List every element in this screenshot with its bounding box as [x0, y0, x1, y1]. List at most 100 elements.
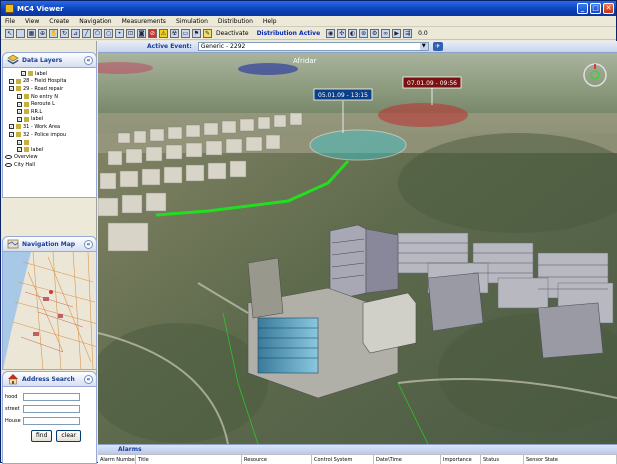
- street-input[interactable]: [23, 404, 80, 413]
- address-search-form: hood street House find clear: [2, 387, 97, 464]
- collapse-icon[interactable]: «: [84, 240, 93, 249]
- collapse-icon[interactable]: «: [84, 375, 93, 384]
- menu-view[interactable]: View: [25, 18, 39, 25]
- layer-item[interactable]: City Hall: [5, 161, 94, 169]
- hazard-icon[interactable]: ☢: [170, 28, 179, 38]
- view-eye-icon[interactable]: ◉: [326, 28, 336, 38]
- address-search-header[interactable]: Address Search «: [2, 371, 97, 387]
- compass-icon[interactable]: ✣: [337, 28, 347, 38]
- zone-ellipse[interactable]: [238, 63, 298, 75]
- layer-item[interactable]: ✓ label: [5, 146, 94, 154]
- measure-tool-icon[interactable]: ⊿: [71, 28, 80, 38]
- tilt-icon[interactable]: ◐: [348, 28, 358, 38]
- eye-icon[interactable]: [5, 155, 12, 160]
- layer-checkbox[interactable]: ✓: [17, 116, 22, 122]
- play-icon[interactable]: ▶: [392, 28, 402, 38]
- layer-checkbox[interactable]: ✓: [9, 86, 14, 92]
- deactivate-button[interactable]: Deactivate: [216, 30, 249, 37]
- polygon-tool-icon[interactable]: ⬠: [93, 28, 102, 38]
- data-layers-panel: Data Layers « ✓ label ✓ 28 - Field Hospita ✓…: [2, 52, 97, 232]
- flag-icon[interactable]: ⚑: [192, 28, 201, 38]
- hood-input[interactable]: [23, 392, 80, 401]
- layer-checkbox[interactable]: ✓: [17, 101, 22, 107]
- collapse-icon[interactable]: «: [84, 56, 93, 65]
- chevron-down-icon[interactable]: ▼: [419, 43, 428, 50]
- active-event-select[interactable]: Generic - 2292 ▼: [197, 42, 429, 51]
- menu-measurements[interactable]: Measurements: [122, 18, 166, 25]
- minimize-button[interactable]: _: [577, 3, 588, 14]
- layer-tool-icon[interactable]: [16, 28, 25, 38]
- fly-to-event-button[interactable]: ✈: [432, 42, 443, 51]
- menu-help[interactable]: Help: [263, 18, 277, 25]
- navigation-map-header[interactable]: Navigation Map «: [2, 236, 97, 252]
- layer-checkbox[interactable]: ✓: [9, 124, 14, 130]
- layer-item[interactable]: ✓ 31 - Work Area: [5, 123, 94, 131]
- 3d-map-scene[interactable]: Afridar 05.01.09 - 13:15 07.01.09 - 09:5…: [98, 53, 617, 444]
- pan-tool-icon[interactable]: ✋: [49, 28, 58, 38]
- layer-checkbox[interactable]: ✓: [17, 109, 22, 115]
- camera-icon[interactable]: ◙: [137, 28, 146, 38]
- menu-file[interactable]: File: [5, 18, 15, 25]
- binoculars-icon[interactable]: ∞: [381, 28, 391, 38]
- close-button[interactable]: ✕: [603, 3, 614, 14]
- clear-button[interactable]: clear: [56, 430, 82, 442]
- house-input[interactable]: [23, 416, 80, 425]
- maximize-button[interactable]: □: [590, 3, 601, 14]
- layer-type-icon: [28, 71, 33, 77]
- layer-checkbox[interactable]: ✓: [21, 71, 26, 77]
- menu-navigation[interactable]: Navigation: [79, 18, 111, 25]
- circle-tool-icon[interactable]: ○: [104, 28, 113, 38]
- layer-item[interactable]: ✓ No entry N: [5, 93, 94, 101]
- menu-create[interactable]: Create: [49, 18, 69, 25]
- layer-checkbox[interactable]: ✓: [17, 147, 22, 153]
- cyan-zone[interactable]: [309, 129, 407, 161]
- menu-simulation[interactable]: Simulation: [176, 18, 208, 25]
- globe-icon[interactable]: ⊛: [359, 28, 369, 38]
- draw-line-icon[interactable]: ╱: [82, 28, 91, 38]
- warning-icon[interactable]: ⚠: [159, 28, 168, 38]
- navigation-map-graphic[interactable]: [3, 252, 97, 370]
- layer-item[interactable]: ✓ label: [5, 116, 94, 124]
- layer-checkbox[interactable]: ✓: [9, 132, 14, 138]
- point-tool-icon[interactable]: •: [115, 28, 124, 38]
- pencil-icon[interactable]: ✎: [203, 28, 212, 38]
- layer-checkbox[interactable]: ✓: [9, 78, 14, 84]
- find-button[interactable]: find: [31, 430, 53, 442]
- timestamp-1: 05.01.09 - 13:15: [318, 92, 368, 99]
- central-tower[interactable]: [329, 224, 399, 300]
- red-zone[interactable]: [378, 103, 468, 127]
- layer-type-icon: [16, 132, 21, 138]
- settings-icon[interactable]: ⚙: [370, 28, 380, 38]
- eye-icon[interactable]: [5, 162, 12, 167]
- speed-icon[interactable]: ⇶: [403, 28, 413, 38]
- layer-checkbox[interactable]: ✓: [17, 139, 22, 145]
- layer-checkbox[interactable]: ✓: [17, 94, 22, 100]
- zoom-tool-icon[interactable]: ⊕: [38, 28, 47, 38]
- title-bar[interactable]: MC4 Viewer _ □ ✕: [1, 1, 616, 16]
- app-icon: [5, 4, 14, 13]
- layer-type-icon: [16, 124, 21, 130]
- grid-tool-icon[interactable]: ▦: [27, 28, 36, 38]
- stop-icon[interactable]: ⊘: [148, 28, 157, 38]
- vehicle-icon[interactable]: ▭: [181, 28, 190, 38]
- layer-label: RR.L: [31, 108, 43, 115]
- rotate-tool-icon[interactable]: ↻: [60, 28, 69, 38]
- layer-item[interactable]: ✓ RR.L: [5, 108, 94, 116]
- layer-item[interactable]: ✓: [5, 138, 94, 146]
- layer-label: label: [35, 70, 48, 77]
- hood-row: hood: [5, 391, 94, 402]
- house-row: House: [5, 415, 94, 426]
- layer-label: label: [31, 116, 44, 123]
- layer-item[interactable]: ✓ 29 - Road repair: [5, 85, 94, 93]
- layer-type-icon: [24, 147, 29, 153]
- layer-item[interactable]: ✓ Reroute L: [5, 100, 94, 108]
- data-layers-header[interactable]: Data Layers «: [2, 52, 97, 68]
- navigation-map[interactable]: [2, 252, 97, 370]
- layer-item[interactable]: ✓ 32 - Police impou: [5, 131, 94, 139]
- layer-item[interactable]: ✓ label: [5, 70, 94, 78]
- car-icon[interactable]: ⊡: [126, 28, 135, 38]
- menu-distribution[interactable]: Distribution: [218, 18, 253, 25]
- layer-item[interactable]: Overview: [5, 154, 94, 162]
- select-tool-icon[interactable]: ↖: [5, 28, 14, 38]
- layer-item[interactable]: ✓ 28 - Field Hospita: [5, 78, 94, 86]
